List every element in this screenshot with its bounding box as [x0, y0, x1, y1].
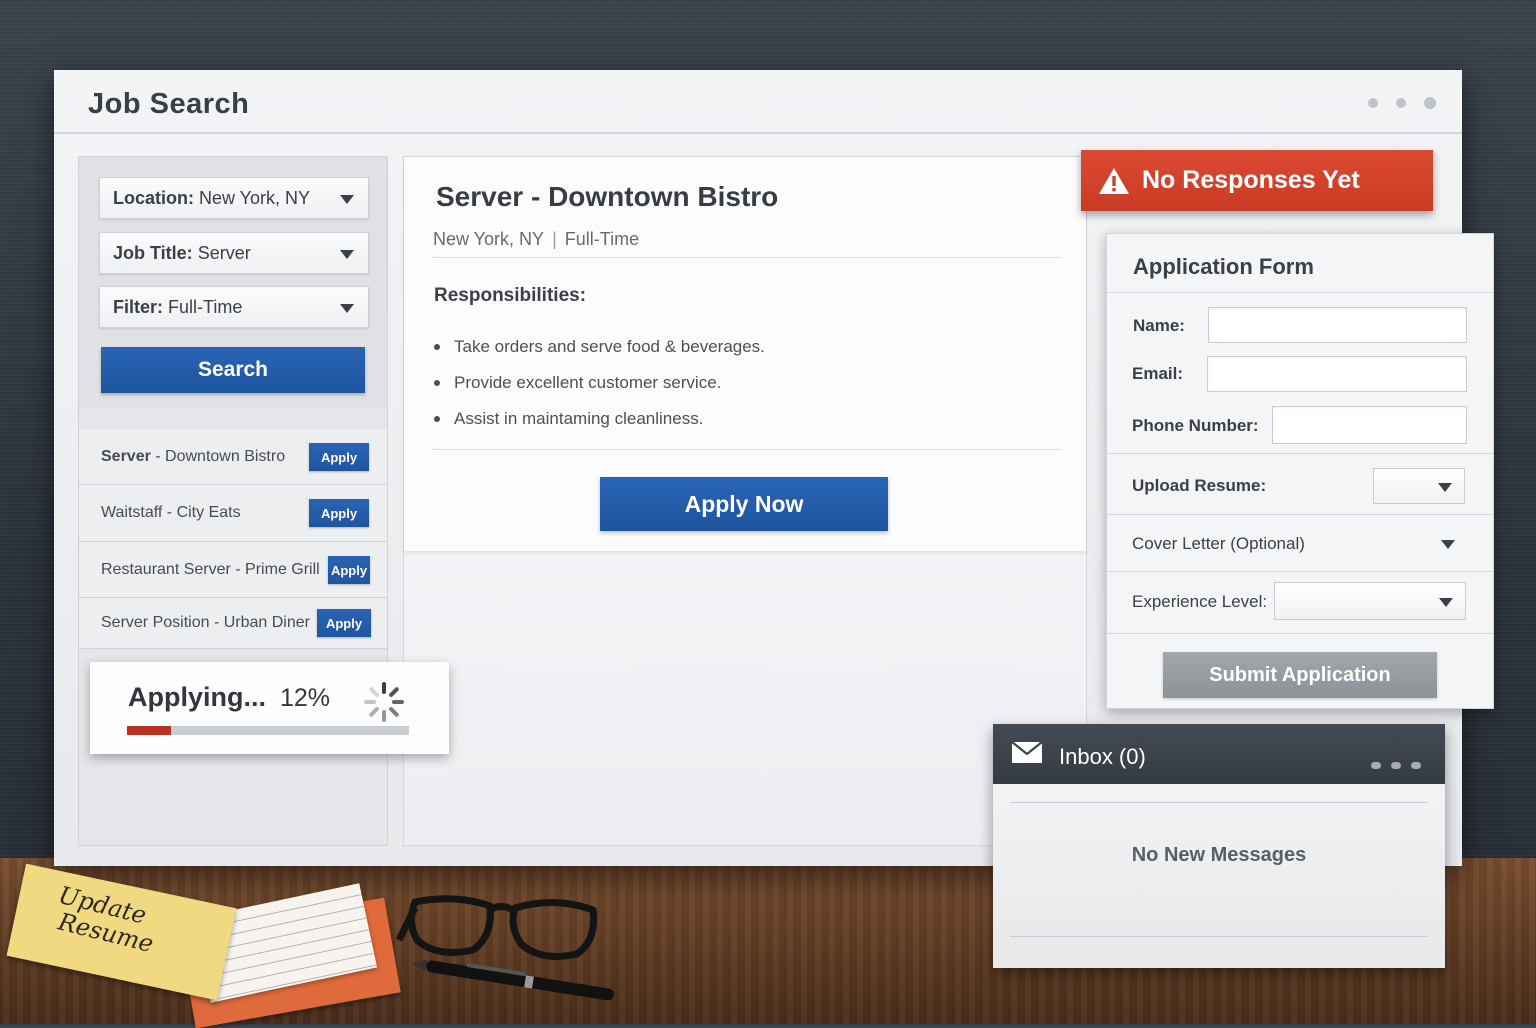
- search-button[interactable]: Search: [101, 347, 365, 393]
- job-list-item[interactable]: Server Position - Urban Diner Apply: [79, 598, 387, 649]
- email-input[interactable]: [1207, 356, 1467, 392]
- email-label: Email:: [1132, 364, 1184, 383]
- meta-divider: |: [552, 229, 557, 249]
- spinner-icon: [364, 682, 404, 722]
- location-value: New York, NY: [199, 187, 311, 208]
- divider: [1010, 802, 1428, 803]
- divider: [433, 257, 1061, 258]
- location-label: Location:: [113, 187, 194, 208]
- inbox-empty-message: No New Messages: [1131, 844, 1307, 866]
- divider: [433, 449, 1061, 450]
- location-dropdown[interactable]: Location: New York, NY: [99, 177, 369, 219]
- cover-letter-toggle[interactable]: [1427, 529, 1467, 559]
- apply-button[interactable]: Apply: [309, 499, 369, 527]
- divider: [1010, 936, 1428, 937]
- divider: [1107, 453, 1493, 454]
- mail-icon: [1011, 741, 1043, 763]
- experience-label: Experience Level:: [1132, 592, 1268, 611]
- name-input[interactable]: [1208, 307, 1467, 343]
- filter-panel: Location: New York, NY Job Title: Server…: [79, 157, 387, 409]
- job-item-title: Restaurant Server - Prime Grill: [101, 560, 320, 578]
- chevron-down-icon: [340, 250, 354, 259]
- progress-percent: 12%: [280, 684, 331, 712]
- job-detail-card: Server - Downtown Bistro New York, NY | Fu…: [404, 157, 1086, 551]
- filter-dropdown[interactable]: Filter: Full-Time: [99, 286, 369, 328]
- apply-button[interactable]: Apply: [328, 556, 370, 584]
- job-list: Server - Downtown Bistro Apply Waitstaff…: [79, 429, 387, 649]
- job-item-company: Downtown Bistro: [165, 447, 286, 465]
- inbox-window: Inbox (0) No New Messages: [993, 724, 1445, 968]
- alert-text: No Responses Yet: [1142, 166, 1360, 194]
- no-responses-alert: No Responses Yet: [1081, 150, 1433, 211]
- job-title-value: Server: [197, 242, 251, 263]
- resume-upload-select[interactable]: [1373, 468, 1465, 504]
- job-item-title: Server Position - Urban Diner: [101, 614, 310, 631]
- progress-label: Applying...: [128, 682, 266, 712]
- pen-icon: [410, 959, 615, 1001]
- chevron-down-icon: [1441, 540, 1455, 549]
- job-detail-location: New York, NY: [433, 229, 545, 249]
- chevron-down-icon: [1438, 483, 1452, 492]
- chevron-down-icon: [340, 304, 354, 313]
- filter-value: Full-Time: [168, 296, 243, 317]
- job-title-dropdown[interactable]: Job Title: Server: [99, 232, 369, 274]
- divider: [1107, 292, 1493, 293]
- job-detail-meta: New York, NY | Full-Time: [433, 229, 639, 250]
- divider: [1107, 571, 1493, 572]
- inbox-title: Inbox (0): [1059, 744, 1146, 769]
- progress-track: [127, 726, 409, 735]
- job-detail-title: Server - Downtown Bistro: [436, 181, 779, 212]
- job-item-title: Waitstaff - City Eats: [101, 504, 241, 521]
- phone-input[interactable]: [1272, 406, 1467, 444]
- divider: [1107, 633, 1493, 634]
- apply-now-button[interactable]: Apply Now: [600, 477, 888, 531]
- window-dots-icon[interactable]: [1371, 762, 1421, 769]
- phone-label: Phone Number:: [1132, 416, 1259, 435]
- chevron-down-icon: [340, 195, 354, 204]
- warning-icon: [1099, 167, 1129, 194]
- inbox-header: Inbox (0): [993, 724, 1445, 784]
- window-dots-icon[interactable]: [1368, 97, 1436, 109]
- name-label: Name:: [1133, 316, 1185, 335]
- job-item-role: Server: [101, 447, 151, 465]
- submit-application-button[interactable]: Submit Application: [1163, 652, 1437, 698]
- job-detail-type: Full-Time: [564, 229, 640, 249]
- apply-button[interactable]: Apply: [317, 609, 371, 637]
- filter-label: Filter:: [113, 296, 164, 317]
- progress-fill: [127, 726, 171, 735]
- cover-letter-label: Cover Letter (Optional): [1132, 534, 1305, 553]
- job-title-label: Job Title:: [113, 242, 193, 263]
- app-title: Job Search: [88, 88, 250, 120]
- responsibility-item: Assist in maintaming cleanliness.: [434, 401, 765, 437]
- job-item-sep: -: [150, 447, 166, 465]
- form-title: Application Form: [1133, 254, 1314, 279]
- apply-button[interactable]: Apply: [309, 443, 369, 471]
- title-divider: [54, 132, 1462, 134]
- job-list-item[interactable]: Restaurant Server - Prime Grill Apply: [79, 542, 387, 598]
- divider: [1107, 514, 1493, 515]
- chevron-down-icon: [1439, 598, 1453, 607]
- job-item-title: Server - Downtown Bistro: [101, 448, 285, 466]
- responsibility-item: Take orders and serve food & beverages.: [434, 329, 765, 365]
- applying-progress-card: Applying... 12%: [90, 662, 449, 754]
- responsibility-item: Provide excellent customer service.: [434, 365, 765, 401]
- job-list-item[interactable]: Server - Downtown Bistro Apply: [79, 429, 387, 485]
- experience-select[interactable]: [1274, 582, 1466, 620]
- application-form: Application Form Name: Email: Phone Numb…: [1106, 233, 1494, 709]
- job-list-item[interactable]: Waitstaff - City Eats Apply: [79, 485, 387, 542]
- responsibilities-heading: Responsibilities:: [434, 285, 587, 306]
- resume-label: Upload Resume:: [1132, 476, 1267, 495]
- job-detail-panel: Server - Downtown Bistro New York, NY | Fu…: [403, 156, 1087, 846]
- responsibilities-list: Take orders and serve food & beverages. …: [434, 329, 765, 437]
